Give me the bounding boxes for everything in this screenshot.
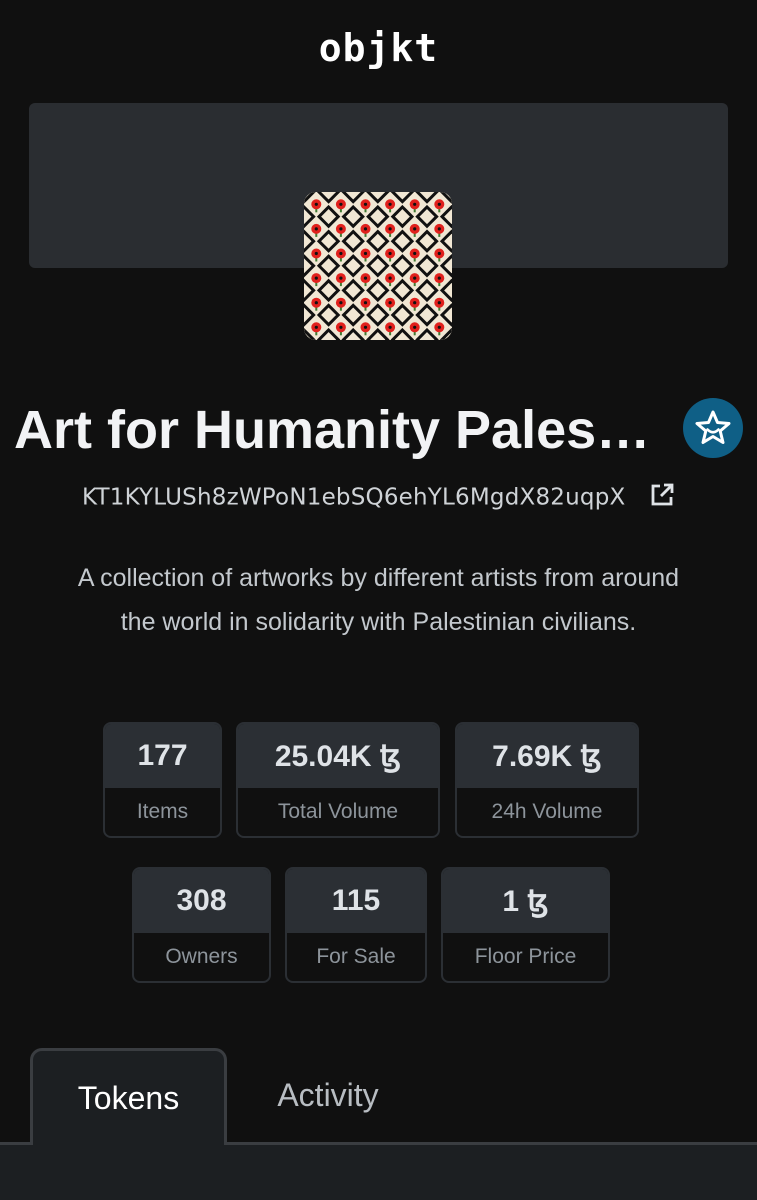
stat-value: 1 ꜩ bbox=[443, 869, 608, 933]
stat-value: 7.69K ꜩ bbox=[457, 724, 637, 788]
stat-value: 115 bbox=[287, 869, 425, 933]
content-area bbox=[0, 1145, 757, 1200]
stat-for-sale: 115 For Sale bbox=[285, 867, 427, 983]
stat-floor-price: 1 ꜩ Floor Price bbox=[441, 867, 610, 983]
stat-total-volume: 25.04K ꜩ Total Volume bbox=[236, 722, 440, 838]
objkt-logo[interactable]: objkt bbox=[0, 26, 757, 70]
stat-label: Owners bbox=[165, 945, 238, 968]
tab-activity[interactable]: Activity bbox=[240, 1048, 416, 1142]
stat-items: 177 Items bbox=[103, 722, 222, 838]
stat-label: For Sale bbox=[316, 945, 396, 968]
stat-24h-volume: 7.69K ꜩ 24h Volume bbox=[455, 722, 639, 838]
stat-label: Total Volume bbox=[277, 800, 399, 823]
stat-label: Items bbox=[136, 800, 189, 823]
stat-label: Floor Price bbox=[474, 945, 577, 968]
verified-star-button[interactable] bbox=[683, 398, 743, 458]
stat-label: 24h Volume bbox=[491, 800, 603, 823]
star-badge-icon bbox=[695, 410, 731, 444]
stat-value: 177 bbox=[105, 724, 220, 788]
tatreez-poppy-pattern bbox=[304, 192, 452, 340]
stat-owners: 308 Owners bbox=[132, 867, 271, 983]
external-link-icon[interactable] bbox=[649, 482, 675, 514]
collection-description: A collection of artworks by different ar… bbox=[77, 564, 680, 636]
tab-tokens[interactable]: Tokens bbox=[30, 1048, 227, 1145]
collection-avatar bbox=[304, 192, 452, 340]
contract-address[interactable]: KT1KYLUSh8zWPoN1ebSQ6ehYL6MgdX82uqpX bbox=[82, 485, 626, 511]
collection-title: Art for Humanity Pales… bbox=[14, 400, 651, 460]
stat-value: 25.04K ꜩ bbox=[238, 724, 438, 788]
contract-address-row: KT1KYLUSh8zWPoN1ebSQ6ehYL6MgdX82uqpX bbox=[0, 482, 757, 514]
stat-value: 308 bbox=[134, 869, 269, 933]
